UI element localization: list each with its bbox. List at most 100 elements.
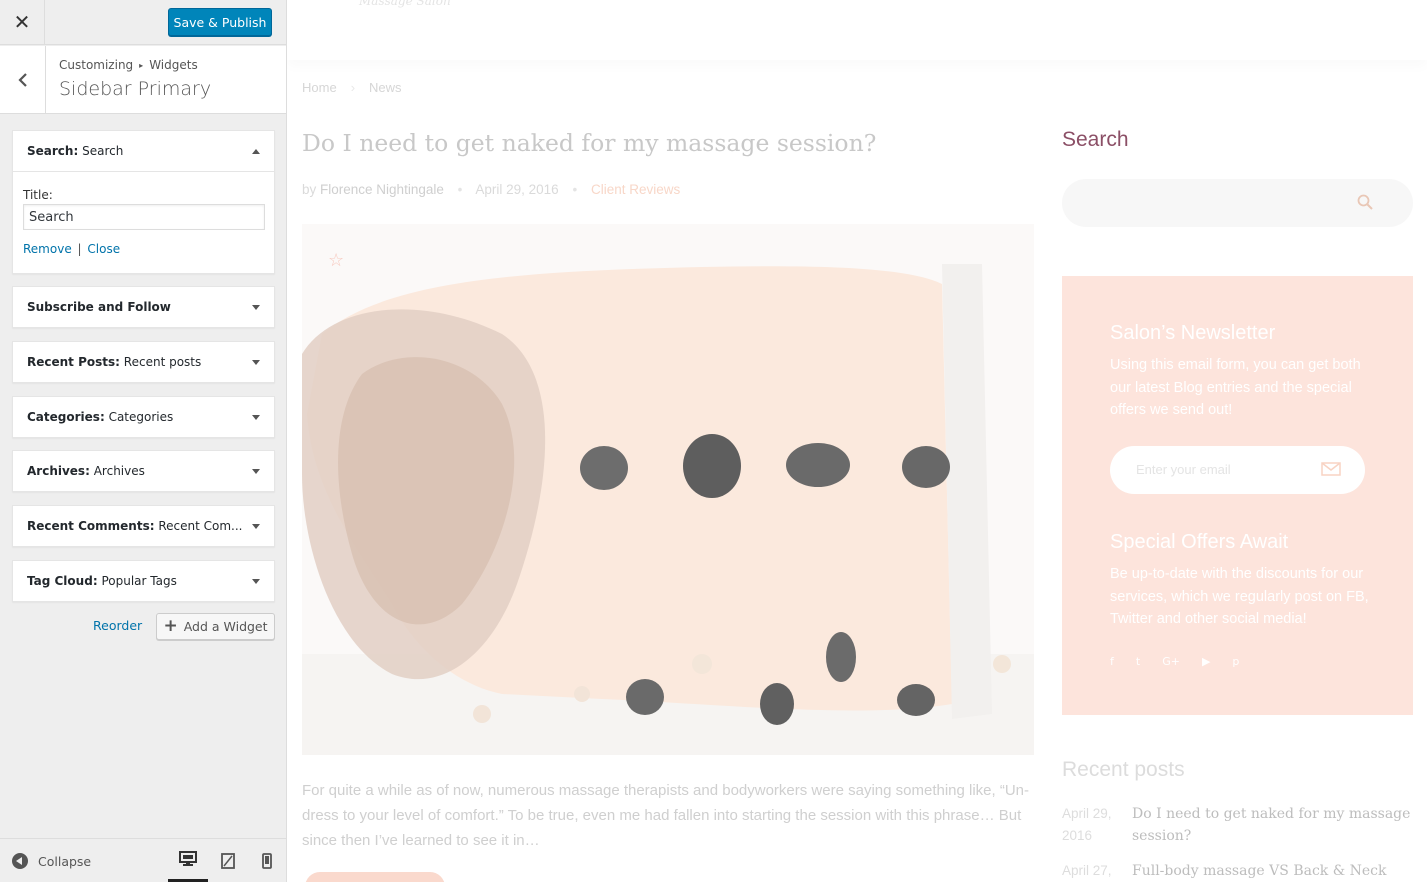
sidebar-search-title: Search [1062, 128, 1129, 151]
widget-name: Recent posts [123, 355, 202, 369]
widget-controls: Remove | Close [23, 242, 264, 256]
expand-arrow-icon[interactable] [250, 411, 262, 423]
widget-header[interactable]: Search: Search [13, 131, 274, 171]
breadcrumb-item: Widgets [149, 58, 198, 72]
expand-arrow-icon[interactable] [250, 465, 262, 477]
site-header: Massage Salon [287, 0, 1427, 60]
section-header: Customizing ▸ Widgets Sidebar Primary [0, 46, 286, 114]
collapse-label: Collapse [38, 853, 92, 869]
widget-header[interactable]: Recent Posts: Recent posts [13, 342, 274, 382]
post-category[interactable]: Client Reviews [591, 182, 680, 197]
widget-recent-posts[interactable]: Recent Posts: Recent posts [12, 341, 275, 383]
widget-header[interactable]: Archives: Archives [13, 451, 274, 491]
email-placeholder: Enter your email [1136, 462, 1231, 477]
widget-type: Search [27, 144, 74, 158]
widget-subscribe-follow[interactable]: Subscribe and Follow [12, 286, 275, 328]
breadcrumb-separator-icon: ▸ [139, 61, 144, 70]
envelope-icon[interactable] [1321, 462, 1341, 476]
breadcrumb-separator-icon: › [350, 80, 356, 95]
site-logo-text[interactable]: Massage Salon [359, 0, 451, 8]
widget-title: Recent Posts: Recent posts [27, 355, 202, 369]
collapse-arrow-icon[interactable] [250, 145, 262, 157]
expand-arrow-icon[interactable] [250, 575, 262, 587]
meta-dot: • [457, 182, 463, 197]
post-featured-image[interactable]: ☆ [302, 224, 1034, 755]
recent-post-date: April 27, [1062, 863, 1112, 878]
newsletter-email-input[interactable]: Enter your email [1110, 446, 1365, 494]
collapse-button[interactable]: Collapse [12, 853, 91, 869]
expand-arrow-icon[interactable] [250, 301, 262, 313]
mobile-icon [262, 853, 272, 869]
widget-title: Tag Cloud: Popular Tags [27, 574, 177, 588]
post-author[interactable]: Florence Nightingale [320, 182, 444, 197]
widget-tag-cloud[interactable]: Tag Cloud: Popular Tags [12, 560, 275, 602]
youtube-icon[interactable]: ▶ [1202, 654, 1210, 668]
widget-type: Categories [27, 410, 100, 424]
widget-header[interactable]: Categories: Categories [13, 397, 274, 437]
save-publish-button[interactable]: Save & Publish [168, 8, 272, 36]
device-mobile-button[interactable] [247, 839, 287, 882]
search-icon[interactable] [1357, 194, 1373, 210]
widget-type: Tag Cloud [27, 574, 93, 588]
add-widget-button[interactable]: + Add a Widget [156, 613, 275, 640]
widget-type: Subscribe and Follow [27, 300, 171, 314]
meta-by: by [302, 182, 317, 197]
close-icon: ✕ [13, 12, 31, 34]
google-plus-icon[interactable]: G+ [1162, 654, 1180, 668]
widget-title: Recent Comments: Recent Com... [27, 519, 243, 533]
social-links: f t G+ ▶ p [1110, 654, 1239, 668]
post-excerpt: For quite a while as of now, numerous ma… [302, 782, 1030, 849]
facebook-icon[interactable]: f [1110, 654, 1114, 668]
recent-post-title[interactable]: Full-body massage VS Back & Neck mas- [1132, 860, 1413, 882]
widget-categories[interactable]: Categories: Categories [12, 396, 275, 438]
back-button[interactable] [0, 46, 46, 114]
widget-title: Search: Search [27, 144, 124, 158]
section-title: Sidebar Primary [59, 78, 212, 100]
tablet-icon [221, 853, 235, 869]
close-link[interactable]: Close [87, 242, 120, 256]
widget-header[interactable]: Subscribe and Follow [13, 287, 274, 327]
read-more-button[interactable] [305, 872, 445, 882]
site-preview: Massage Salon Home › News Do I need to get… [287, 0, 1427, 882]
title-label: Title: [23, 188, 53, 202]
expand-arrow-icon[interactable] [250, 520, 262, 532]
widget-header[interactable]: Tag Cloud: Popular Tags [13, 561, 274, 601]
device-desktop-button[interactable] [168, 839, 208, 882]
recent-post-title[interactable]: Do I need to get naked for my massage se… [1132, 803, 1413, 847]
customizer-header: ✕ Save & Publish [0, 0, 286, 45]
widget-type: Recent Posts [27, 355, 116, 369]
breadcrumb: Home › News [302, 80, 402, 95]
device-tablet-button[interactable] [208, 839, 248, 882]
widget-name: Categories [108, 410, 174, 424]
title-input[interactable] [23, 204, 265, 230]
widget-archives[interactable]: Archives: Archives [12, 450, 275, 492]
pinterest-icon[interactable]: p [1232, 654, 1239, 668]
breadcrumb-home[interactable]: Home [302, 80, 337, 95]
collapse-arrow-icon [12, 853, 28, 869]
remove-link[interactable]: Remove [23, 242, 72, 256]
close-customizer-button[interactable]: ✕ [0, 0, 45, 45]
expand-arrow-icon[interactable] [250, 356, 262, 368]
sidebar-search-input[interactable] [1062, 179, 1413, 227]
widget-search: Search: Search Title: Remove | Close [12, 130, 275, 274]
reorder-link[interactable]: Reorder [93, 618, 142, 633]
svg-text:☆: ☆ [328, 250, 344, 271]
chevron-left-icon [17, 73, 27, 87]
breadcrumb-news[interactable]: News [369, 80, 402, 95]
meta-dot: • [572, 182, 578, 197]
offers-title: Special Offers Await [1110, 531, 1289, 553]
widget-recent-comments[interactable]: Recent Comments: Recent Com... [12, 505, 275, 547]
widget-name: Popular Tags [101, 574, 177, 588]
post-title[interactable]: Do I need to get naked for my massage se… [302, 129, 876, 157]
twitter-icon[interactable]: t [1136, 654, 1140, 668]
breadcrumb-item: Customizing [59, 58, 134, 72]
widget-title: Categories: Categories [27, 410, 174, 424]
widget-title: Archives: Archives [27, 464, 145, 478]
newsletter-title: Salon’s Newsletter [1110, 322, 1276, 344]
post-date[interactable]: April 29, 2016 [475, 182, 558, 197]
newsletter-widget: Salon’s Newsletter Using this email form… [1062, 276, 1413, 715]
customizer-footer: Collapse [0, 838, 286, 882]
offers-text: Be up-to-date with the discounts for our… [1110, 566, 1369, 627]
widget-type: Recent Comments [27, 519, 150, 533]
widget-header[interactable]: Recent Comments: Recent Com... [13, 506, 274, 546]
